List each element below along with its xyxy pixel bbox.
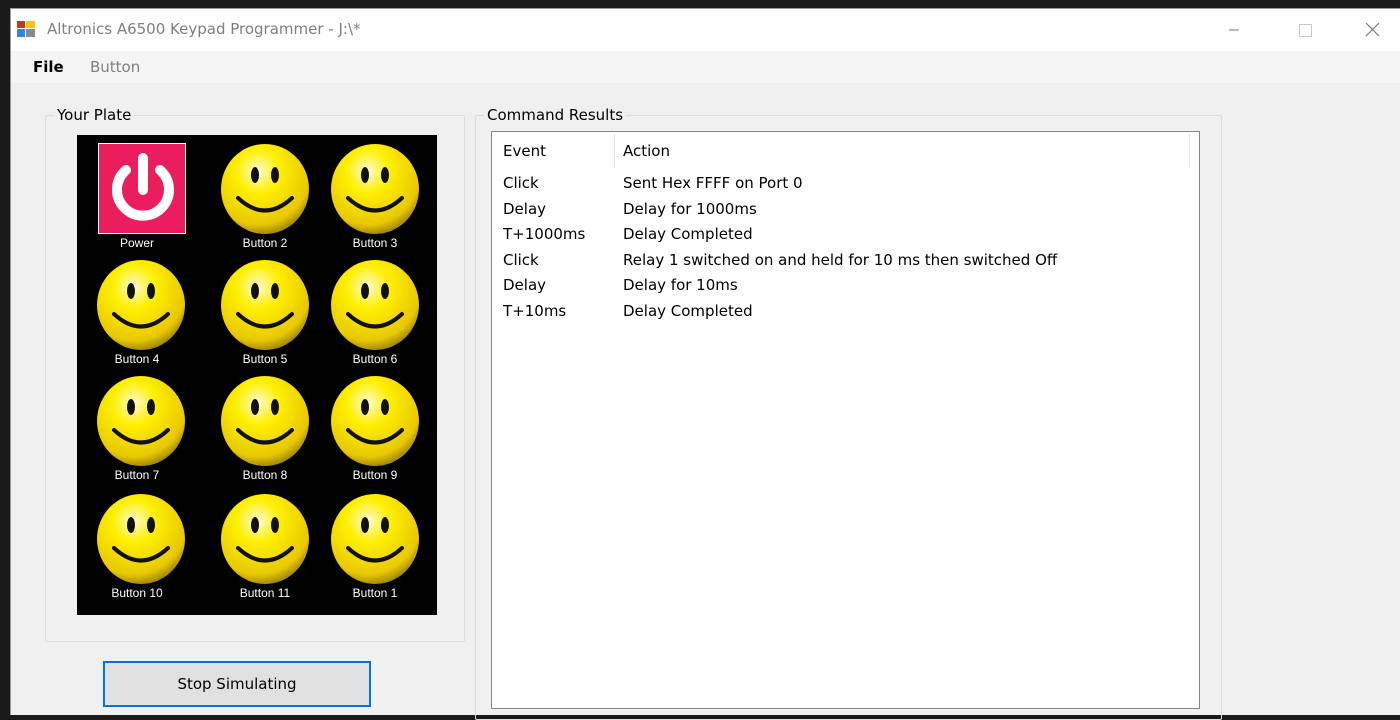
smiley-icon bbox=[97, 260, 185, 350]
keypad-key[interactable]: Button 8 bbox=[205, 367, 315, 483]
smiley-icon bbox=[97, 494, 185, 584]
keypad-key-label: Button 1 bbox=[352, 586, 398, 600]
smiley-icon bbox=[221, 260, 309, 350]
smiley-icon bbox=[331, 494, 419, 584]
event-cell: Delay bbox=[503, 199, 547, 218]
your-plate-label: Your Plate bbox=[54, 106, 135, 124]
action-cell: Delay Completed bbox=[623, 302, 753, 320]
keypad-key[interactable]: Button 1 bbox=[315, 485, 425, 601]
keypad-key[interactable]: Button 3 bbox=[315, 135, 425, 251]
keypad-key-label: Button 2 bbox=[242, 236, 288, 250]
smiley-icon bbox=[331, 260, 419, 350]
keypad-key[interactable]: Button 6 bbox=[315, 251, 425, 367]
keypad-key-label: Button 9 bbox=[352, 468, 398, 482]
keypad-key-label: Button 6 bbox=[352, 352, 398, 366]
column-divider[interactable] bbox=[1189, 134, 1190, 168]
keypad-key[interactable]: Button 5 bbox=[205, 251, 315, 367]
list-item[interactable]: T+1000ms Delay Completed bbox=[492, 225, 1199, 251]
keypad-key-label: Button 7 bbox=[114, 468, 160, 482]
event-cell: Click bbox=[503, 174, 539, 192]
keypad-key[interactable]: Button 4 bbox=[81, 251, 191, 367]
column-header-action[interactable]: Action bbox=[623, 142, 670, 160]
keypad-key[interactable]: Button 10 bbox=[81, 485, 191, 601]
keypad-key-label: Button 11 bbox=[239, 586, 291, 600]
stop-simulating-button[interactable]: Stop Simulating bbox=[103, 661, 371, 707]
power-icon bbox=[98, 143, 186, 234]
keypad-key-label: Button 5 bbox=[242, 352, 288, 366]
keypad-key[interactable]: Power bbox=[81, 135, 191, 251]
action-cell: Delay for 10ms bbox=[623, 276, 738, 295]
event-cell: Delay bbox=[503, 276, 547, 295]
list-item[interactable]: Delay Delay for 10ms bbox=[492, 276, 1199, 302]
keypad-key[interactable]: Button 2 bbox=[205, 135, 315, 251]
action-cell: Relay 1 switched on and held for 10 ms t… bbox=[623, 250, 1058, 269]
command-results-list[interactable]: Event Action Click Sent Hex FFFF on Port … bbox=[491, 131, 1200, 709]
smiley-icon bbox=[97, 376, 185, 466]
event-cell: Click bbox=[503, 250, 539, 269]
keypad-key[interactable]: Button 9 bbox=[315, 367, 425, 483]
maximize-icon[interactable] bbox=[1289, 17, 1319, 43]
menu-bar: File Button bbox=[11, 51, 1400, 83]
menu-file[interactable]: File bbox=[33, 58, 64, 76]
smiley-icon bbox=[331, 376, 419, 466]
keypad-plate: Power Button 2 Button 3 Button 4 Button 5 But… bbox=[77, 135, 437, 615]
minimize-icon[interactable] bbox=[1219, 17, 1249, 43]
menu-button[interactable]: Button bbox=[90, 58, 140, 76]
keypad-key-label: Power bbox=[119, 236, 154, 250]
keypad-key-label: Button 3 bbox=[352, 236, 398, 250]
list-item[interactable]: T+10ms Delay Completed bbox=[492, 302, 1199, 328]
column-divider[interactable] bbox=[614, 134, 615, 168]
app-icon bbox=[17, 21, 35, 37]
list-item[interactable]: Delay Delay for 1000ms bbox=[492, 200, 1199, 226]
smiley-icon bbox=[221, 144, 309, 234]
keypad-key-label: Button 8 bbox=[242, 468, 288, 482]
keypad-key-label: Button 4 bbox=[114, 352, 160, 366]
event-cell: T+1000ms bbox=[503, 225, 586, 244]
list-item[interactable]: Click Relay 1 switched on and held for 10… bbox=[492, 251, 1199, 277]
smiley-icon bbox=[221, 376, 309, 466]
window-title: Altronics A6500 Keypad Programmer - J:\* bbox=[47, 20, 361, 38]
smiley-icon bbox=[221, 494, 309, 584]
command-results-label: Command Results bbox=[484, 106, 627, 124]
smiley-icon bbox=[331, 144, 419, 234]
keypad-key[interactable]: Button 7 bbox=[81, 367, 191, 483]
action-cell: Delay for 1000ms bbox=[623, 199, 757, 218]
keypad-key-label: Button 10 bbox=[111, 586, 163, 600]
title-bar: Altronics A6500 Keypad Programmer - J:\* bbox=[11, 9, 1400, 51]
action-cell: Delay Completed bbox=[623, 225, 753, 244]
column-header-event[interactable]: Event bbox=[503, 142, 546, 160]
event-cell: T+10ms bbox=[503, 302, 567, 320]
list-item[interactable]: Click Sent Hex FFFF on Port 0 bbox=[492, 174, 1199, 200]
app-window: Altronics A6500 Keypad Programmer - J:\*… bbox=[10, 8, 1400, 720]
list-header: Event Action bbox=[492, 132, 1199, 170]
keypad-key[interactable]: Button 11 bbox=[205, 485, 315, 601]
action-cell: Sent Hex FFFF on Port 0 bbox=[623, 174, 803, 192]
close-icon[interactable] bbox=[1357, 17, 1387, 43]
